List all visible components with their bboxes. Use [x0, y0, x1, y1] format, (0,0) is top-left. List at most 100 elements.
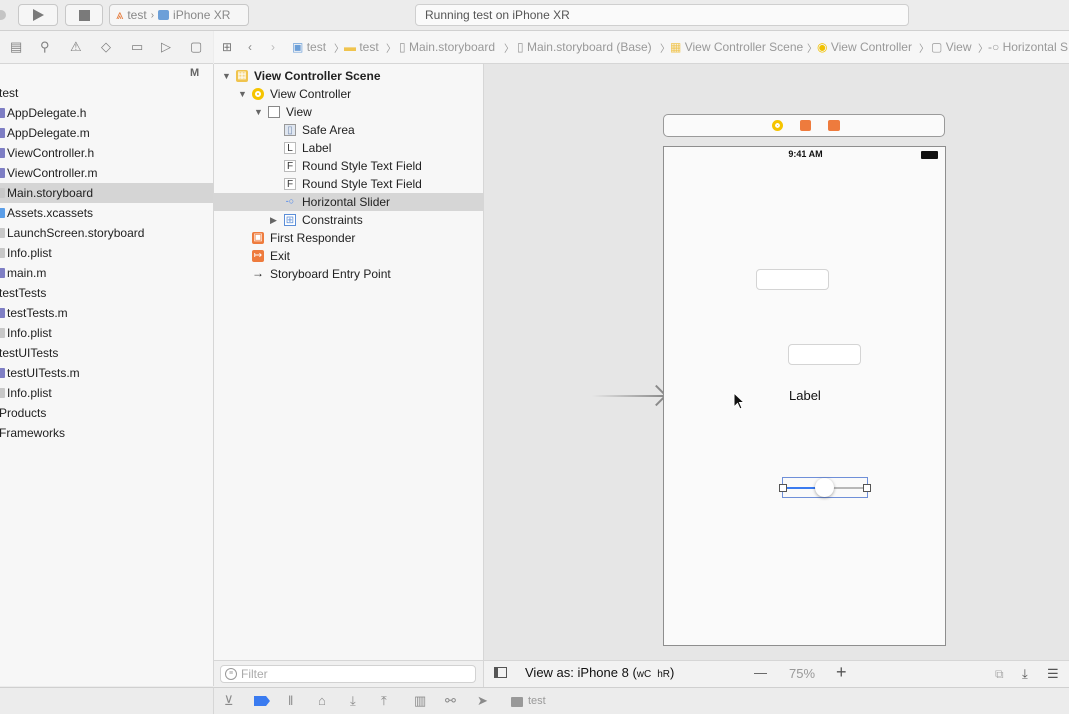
test-diamond-icon[interactable]: ◇ — [101, 40, 111, 54]
folder-icon[interactable]: ▤ — [10, 40, 22, 54]
breadcrumb-group[interactable]: ▬ test — [344, 40, 379, 54]
breadcrumb-localization[interactable]: ▯ Main.storyboard (Base) — [517, 40, 652, 54]
navigator-group[interactable]: Frameworks — [0, 423, 213, 443]
main-toolbar: ⩓ test › iPhone XR Running test on iPhon… — [0, 0, 1069, 31]
step-out-icon[interactable]: ⤒ — [381, 694, 387, 708]
resize-handle-left[interactable] — [779, 484, 787, 492]
disclosure-expanded-icon[interactable]: ▼ — [222, 67, 231, 85]
label[interactable]: Label — [789, 388, 821, 403]
breakpoint-icon[interactable]: ▷ — [161, 40, 171, 54]
outline-row[interactable]: ▼ ▦ View Controller Scene — [214, 67, 483, 85]
navigator-file[interactable]: testTests.m — [0, 303, 213, 323]
navigator-item-label: Frameworks — [0, 426, 66, 440]
forward-arrow-icon[interactable]: › — [271, 40, 275, 54]
outline-row[interactable]: ▼ View — [214, 103, 483, 121]
update-frames-icon[interactable]: ⧉ — [995, 667, 1004, 682]
outline-row[interactable]: ▶ ⊞ Constraints — [214, 211, 483, 229]
breadcrumb-separator: 〉 — [919, 44, 929, 55]
navigator-file[interactable]: Info.plist — [0, 323, 213, 343]
navigator-file[interactable]: Main.storyboard — [0, 183, 213, 203]
memory-graph-icon[interactable]: ⚯ — [445, 694, 456, 708]
outline-row[interactable]: ▼ ◉ View Controller — [214, 85, 483, 103]
navigator-file[interactable]: Info.plist — [0, 383, 213, 403]
disclosure-expanded-icon[interactable]: ▼ — [238, 85, 247, 103]
exit-icon[interactable] — [828, 120, 840, 131]
navigator-file[interactable]: ViewController.m — [0, 163, 213, 183]
related-items-icon[interactable]: ⊞ — [222, 40, 232, 54]
navigator-file[interactable]: main.m — [0, 263, 213, 283]
navigator-file[interactable]: Info.plist — [0, 243, 213, 263]
interface-builder-canvas[interactable]: 9:41 AM Label — [484, 64, 1069, 660]
round-style-text-field-2[interactable] — [788, 344, 861, 365]
text-field-icon: F — [284, 178, 296, 190]
scheme-device: iPhone XR — [173, 8, 231, 22]
view-controller-icon[interactable] — [772, 120, 783, 131]
location-icon[interactable]: ➤ — [477, 694, 488, 708]
navigator-file[interactable]: AppDelegate.h — [0, 103, 213, 123]
breadcrumb-project[interactable]: ▣ test — [292, 40, 326, 54]
m-file-icon — [0, 128, 5, 138]
scheme-selector[interactable]: ⩓ test › iPhone XR — [109, 4, 249, 26]
outline-row[interactable]: L Label — [214, 139, 483, 157]
breadcrumb-view[interactable]: ▢ View — [931, 40, 971, 54]
warning-icon[interactable]: ⚠ — [70, 40, 82, 54]
resize-handle-right[interactable] — [863, 484, 871, 492]
zoom-out-button[interactable]: — — [754, 665, 767, 680]
debug-icon[interactable]: ▭ — [131, 40, 143, 54]
view-as-device-button[interactable]: View as: iPhone 8 (wC hR) — [525, 665, 674, 680]
navigator-group[interactable]: Products — [0, 403, 213, 423]
breakpoints-toggle-icon[interactable] — [254, 696, 270, 706]
toggle-outline-icon[interactable] — [494, 667, 507, 678]
zoom-in-button[interactable]: + — [836, 662, 847, 683]
navigator-group[interactable]: testUITests — [0, 343, 213, 363]
step-over-icon[interactable]: ⌂ — [318, 694, 326, 708]
stop-button[interactable] — [65, 4, 103, 26]
breadcrumb-slider[interactable]: -○ Horizontal S — [988, 40, 1068, 54]
pause-icon[interactable]: ‖ — [288, 694, 293, 708]
navigator-file[interactable]: testUITests.m — [0, 363, 213, 383]
first-responder-icon[interactable] — [800, 120, 811, 131]
hide-debug-area-icon[interactable]: ⊻ — [224, 694, 234, 708]
disclosure-expanded-icon[interactable]: ▼ — [254, 103, 263, 121]
navigator-file[interactable]: AppDelegate.m — [0, 123, 213, 143]
navigator-file[interactable]: LaunchScreen.storyboard — [0, 223, 213, 243]
first-responder-icon: ▣ — [252, 232, 264, 244]
disclosure-collapsed-icon[interactable]: ▶ — [270, 211, 277, 229]
navigator-item-label: testTests — [0, 286, 47, 300]
navigator-file[interactable]: Assets.xcassets — [0, 203, 213, 223]
step-into-icon[interactable]: ⤓ — [350, 694, 356, 708]
iphone-view[interactable]: 9:41 AM Label — [663, 146, 946, 646]
breadcrumb-scene[interactable]: ▦ View Controller Scene — [670, 40, 803, 54]
view-hierarchy-icon[interactable]: ▥ — [414, 694, 426, 708]
outline-row[interactable]: F Round Style Text Field — [214, 157, 483, 175]
breadcrumb-separator: 〉 — [504, 44, 514, 55]
align-icon[interactable]: ☰ — [1047, 666, 1059, 682]
outline-row[interactable]: -○ Horizontal Slider — [214, 193, 483, 211]
navigator-group[interactable]: test — [0, 83, 213, 103]
play-icon — [33, 9, 44, 21]
slider-thumb[interactable] — [815, 478, 834, 497]
report-icon[interactable]: ▢ — [190, 40, 202, 54]
breadcrumb-view-controller[interactable]: ◉ View Controller — [817, 40, 912, 54]
assets-file-icon — [0, 208, 5, 218]
outline-row[interactable]: ↦ Exit — [214, 247, 483, 265]
round-style-text-field-1[interactable] — [756, 269, 829, 290]
back-arrow-icon[interactable]: ‹ — [248, 40, 252, 54]
navigator-item-label: Products — [0, 406, 47, 420]
search-icon[interactable]: ⚲ — [40, 40, 50, 54]
outline-row[interactable]: F Round Style Text Field — [214, 175, 483, 193]
navigator-file[interactable]: ViewController.h — [0, 143, 213, 163]
h-file-icon — [0, 108, 5, 118]
outline-row[interactable]: ▯ Safe Area — [214, 121, 483, 139]
outline-row[interactable]: → Storyboard Entry Point — [214, 265, 483, 283]
filter-field[interactable]: ≡ Filter — [220, 665, 476, 683]
outline-row[interactable]: ▣ First Responder — [214, 229, 483, 247]
storyboard-file-icon: ▯ — [517, 40, 524, 54]
run-button[interactable] — [18, 4, 58, 26]
text-field-icon: F — [284, 160, 296, 172]
breadcrumb-storyboard[interactable]: ▯ Main.storyboard — [399, 40, 495, 54]
horizontal-slider[interactable] — [779, 477, 871, 498]
embed-in-icon[interactable]: ⤓ — [1022, 666, 1028, 682]
navigator-group[interactable]: testTests — [0, 283, 213, 303]
window-control-dot[interactable] — [0, 10, 6, 20]
